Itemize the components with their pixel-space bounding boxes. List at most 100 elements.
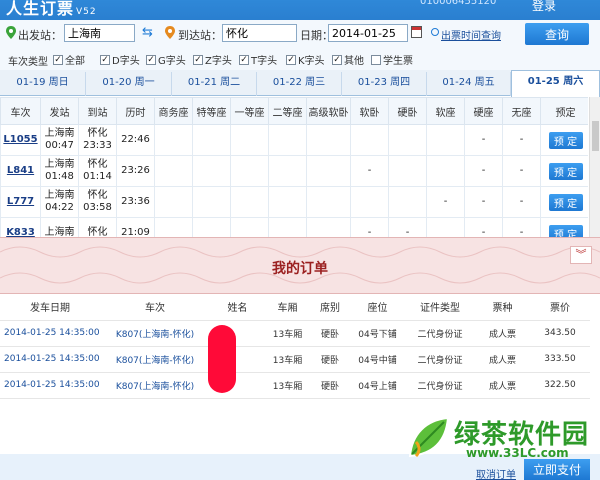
app-version: V52 bbox=[76, 7, 97, 17]
col-header: 软卧 bbox=[350, 97, 389, 125]
to-cell: 怀化 23:33 bbox=[78, 124, 117, 156]
seat-cell bbox=[230, 155, 269, 187]
seat-cell bbox=[154, 217, 193, 237]
to-label: 到达站： bbox=[178, 29, 222, 42]
seat-cell bbox=[268, 124, 307, 156]
filter-other-checkbox[interactable]: ✓ 其他 bbox=[332, 52, 364, 67]
train-number-link[interactable]: L777 bbox=[7, 196, 34, 207]
col-header[interactable]: 车次 bbox=[0, 97, 41, 125]
seat-cell bbox=[306, 155, 351, 187]
seat-cell: - bbox=[502, 217, 541, 237]
from-cell: 上海南 01:48 bbox=[40, 155, 79, 187]
date-input[interactable] bbox=[328, 24, 408, 42]
checkbox-icon: ✓ bbox=[53, 55, 63, 65]
logout-link[interactable]: 登录 bbox=[532, 0, 556, 14]
departure-date: 2014-01-25 14:35:00 bbox=[0, 320, 100, 347]
watermark-url: www.33LC.com bbox=[466, 446, 569, 460]
filter-t-checkbox[interactable]: ✓ T字头 bbox=[239, 52, 277, 67]
seat-cell: - bbox=[502, 186, 541, 218]
orders-banner: 我的订单 ︾ bbox=[0, 237, 600, 294]
date-tab[interactable]: 01-23 周四 bbox=[342, 72, 427, 96]
col-header: 无座 bbox=[502, 97, 541, 125]
seat-cell bbox=[306, 124, 351, 156]
train-list: 车次 发站 到站 历时 商务座 特等座 一等座 二等座 高级软卧 软卧 硬卧 软… bbox=[0, 97, 588, 237]
app-name: 人生订票 bbox=[6, 0, 75, 18]
date-tab-active[interactable]: 01-25 周六 bbox=[511, 70, 600, 97]
col-header[interactable]: 到站 bbox=[78, 97, 117, 125]
seat-cell bbox=[426, 217, 465, 237]
seat-cell bbox=[388, 186, 427, 218]
col-header[interactable]: 历时 bbox=[116, 97, 155, 125]
scrollbar-thumb[interactable] bbox=[592, 121, 599, 151]
order-train: K807(上海南-怀化) bbox=[100, 372, 210, 399]
train-number-link[interactable]: K833 bbox=[6, 227, 35, 237]
col-header: 一等座 bbox=[230, 97, 269, 125]
seat-cell bbox=[350, 124, 389, 156]
filter-k-checkbox[interactable]: ✓ K字头 bbox=[286, 52, 325, 67]
col-header: 特等座 bbox=[192, 97, 231, 125]
train-number-link[interactable]: L1055 bbox=[3, 134, 37, 145]
car-number: 13车厢 bbox=[265, 320, 310, 347]
book-button[interactable]: 预 定 bbox=[548, 193, 583, 211]
date-tab[interactable]: 01-19 周日 bbox=[0, 72, 86, 96]
seat-cell: - bbox=[464, 186, 503, 218]
calendar-icon[interactable] bbox=[411, 26, 422, 38]
name-redaction-mark bbox=[208, 325, 236, 393]
seat-cell: - bbox=[464, 217, 503, 237]
filter-student-checkbox[interactable]: 学生票 bbox=[371, 52, 413, 67]
ticket-price: 333.50 bbox=[530, 346, 590, 373]
orders-title: 我的订单 bbox=[272, 261, 328, 277]
date-tab[interactable]: 01-20 周一 bbox=[86, 72, 172, 96]
filter-z-checkbox[interactable]: ✓ Z字头 bbox=[193, 52, 232, 67]
book-button[interactable]: 预 定 bbox=[548, 162, 583, 180]
col-header[interactable]: 发站 bbox=[40, 97, 79, 125]
seat-cell bbox=[192, 217, 231, 237]
checkbox-icon: ✓ bbox=[100, 55, 110, 65]
book-button[interactable]: 预 定 bbox=[548, 131, 583, 149]
filter-all-checkbox[interactable]: ✓ 全部 bbox=[53, 52, 85, 67]
train-row: K833 上海南 怀化 21:09 - - - - 预 定 bbox=[0, 217, 588, 237]
from-cell: 上海南 00:47 bbox=[40, 124, 79, 156]
ticket-type: 成人票 bbox=[475, 372, 530, 399]
order-row[interactable]: 2014-01-25 14:35:00 K807(上海南-怀化) 13车厢 硬卧… bbox=[0, 346, 590, 373]
seat-cell: - bbox=[502, 124, 541, 156]
date-tab[interactable]: 01-21 周二 bbox=[172, 72, 257, 96]
duration-cell: 22:46 bbox=[116, 124, 155, 156]
id-type: 二代身份证 bbox=[405, 320, 475, 347]
duration-cell: 21:09 bbox=[116, 217, 155, 237]
col-header: 姓名 bbox=[210, 294, 265, 321]
to-station-input[interactable] bbox=[222, 24, 297, 42]
pay-now-button[interactable]: 立即支付 bbox=[524, 459, 590, 480]
car-number: 13车厢 bbox=[265, 372, 310, 399]
seat-cell bbox=[154, 124, 193, 156]
book-button[interactable]: 预 定 bbox=[548, 224, 583, 237]
order-row[interactable]: 2014-01-25 14:35:00 K807(上海南-怀化) 13车厢 硬卧… bbox=[0, 320, 590, 347]
orders-table: 发车日期 车次 姓名 车厢 席别 座位 证件类型 票种 票价 2014-01-2… bbox=[0, 294, 590, 399]
swap-stations-icon[interactable]: ⇆ bbox=[142, 26, 156, 40]
date-tab[interactable]: 01-22 周三 bbox=[257, 72, 342, 96]
train-table-header: 车次 发站 到站 历时 商务座 特等座 一等座 二等座 高级软卧 软卧 硬卧 软… bbox=[0, 97, 588, 125]
filter-g-checkbox[interactable]: ✓ G字头 bbox=[146, 52, 186, 67]
collapse-chevron-icon[interactable]: ︾ bbox=[570, 246, 592, 264]
departure-date: 2014-01-25 14:35:00 bbox=[0, 346, 100, 373]
ticket-price: 322.50 bbox=[530, 372, 590, 399]
ticket-time-link[interactable]: 出票时间查询 bbox=[441, 27, 501, 42]
seat-cell bbox=[192, 186, 231, 218]
seat-cell: - bbox=[502, 155, 541, 187]
train-list-scrollbar[interactable] bbox=[589, 97, 600, 237]
from-station-input[interactable] bbox=[64, 24, 135, 42]
cancel-order-link[interactable]: 取消订单 bbox=[476, 466, 516, 480]
order-row[interactable]: 2014-01-25 14:35:00 K807(上海南-怀化) 13车厢 硬卧… bbox=[0, 372, 590, 399]
departure-date: 2014-01-25 14:35:00 bbox=[0, 372, 100, 399]
from-label: 出发站： bbox=[18, 29, 62, 42]
seat-cell bbox=[306, 186, 351, 218]
col-header: 预定 bbox=[540, 97, 588, 125]
date-tab[interactable]: 01-24 周五 bbox=[427, 72, 511, 96]
train-number-link[interactable]: L841 bbox=[7, 165, 34, 176]
train-row: L841 上海南 01:48 怀化 01:14 23:26 - - - 预 定 bbox=[0, 155, 588, 187]
filter-d-checkbox[interactable]: ✓ D字头 bbox=[100, 52, 140, 67]
query-button[interactable]: 查询 bbox=[525, 23, 589, 45]
clock-icon bbox=[431, 28, 439, 36]
seat-class: 硬卧 bbox=[310, 320, 350, 347]
col-header: 软座 bbox=[426, 97, 465, 125]
